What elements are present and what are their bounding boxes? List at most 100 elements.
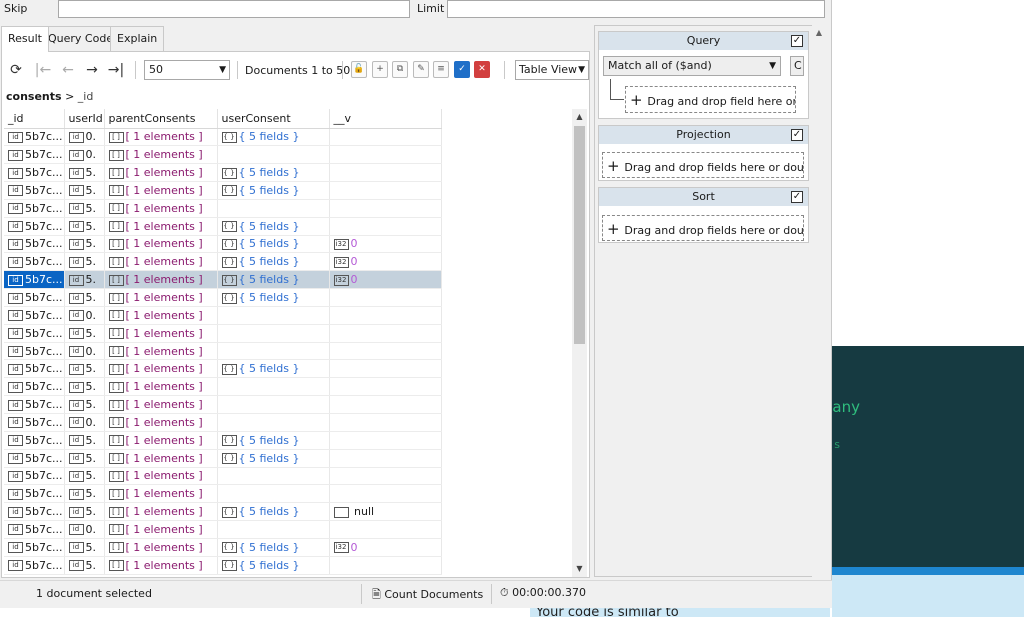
cell-parentconsents[interactable]: [ ][ 1 elements ] [104, 449, 218, 468]
table-row[interactable]: id 5b7c... id 5.[ ][ 1 elements ]{ }{ 5 fie… [4, 163, 442, 183]
cell-id[interactable]: id 5b7c... [4, 252, 65, 272]
match-operator-select[interactable]: Match all of ($and) ▼ [603, 56, 781, 76]
cell-userid[interactable]: id 0. [64, 306, 105, 325]
projection-enabled-checkbox[interactable]: ✓ [791, 129, 803, 141]
cell-userid[interactable]: id 5. [64, 288, 105, 307]
tab-explain[interactable]: Explain [110, 26, 165, 51]
cell-id[interactable]: id 5b7c... [4, 431, 65, 450]
table-row[interactable]: id 5b7c... id 0.[ ][ 1 elements ] [4, 413, 442, 432]
table-row[interactable]: id 5b7c... id 0.[ ][ 1 elements ] [4, 520, 442, 539]
query-enabled-checkbox[interactable]: ✓ [791, 35, 803, 47]
cell-userconsent[interactable]: { }{ 5 fields } [217, 359, 330, 379]
cell-id[interactable]: id 5b7c... [4, 484, 65, 504]
cell-id[interactable]: id 5b7c... [4, 199, 65, 218]
cell-userconsent[interactable] [217, 199, 330, 218]
cell-userid[interactable]: id 5. [64, 199, 105, 218]
cell-id[interactable]: id 5b7c... [4, 377, 65, 397]
table-row[interactable]: id 5b7c... id 5.[ ][ 1 elements ]{ }{ 5 fie… [4, 235, 442, 254]
table-row[interactable]: id 5b7c... id 5.[ ][ 1 elements ]{ }{ 5 fie… [4, 217, 442, 236]
column-header-v[interactable]: __v [329, 109, 442, 129]
scrollbar-thumb[interactable] [574, 126, 585, 344]
cell-parentconsents[interactable]: [ ][ 1 elements ] [104, 235, 218, 254]
cell-userid[interactable]: id 5. [64, 217, 105, 236]
cell-userid[interactable]: id 5. [64, 395, 105, 414]
column-header-userconsent[interactable]: userConsent [217, 109, 330, 129]
cell-userid[interactable]: id 5. [64, 502, 105, 522]
cell-parentconsents[interactable]: [ ][ 1 elements ] [104, 145, 218, 165]
cell-userid[interactable]: id 5. [64, 181, 105, 200]
sort-drop-zone[interactable]: + Drag and drop fields here or double- [602, 215, 804, 241]
cell-userconsent[interactable]: { }{ 5 fields } [217, 270, 330, 290]
next-page-icon[interactable]: → [83, 61, 101, 79]
cell-userconsent[interactable]: { }{ 5 fields } [217, 538, 330, 557]
table-row[interactable]: id 5b7c... id 0.[ ][ 1 elements ] [4, 342, 442, 361]
cell-v[interactable] [329, 556, 442, 575]
cell-userconsent[interactable] [217, 324, 330, 343]
cell-id[interactable]: id 5b7c... [4, 163, 65, 183]
cell-userid[interactable]: id 5. [64, 163, 105, 183]
cell-userid[interactable]: id 5. [64, 467, 105, 486]
table-row[interactable]: id 5b7c... id 5.[ ][ 1 elements ]{ }{ 5 fie… [4, 449, 442, 468]
scroll-down-icon[interactable]: ▼ [572, 561, 587, 577]
cell-parentconsents[interactable]: [ ][ 1 elements ] [104, 431, 218, 450]
cell-userid[interactable]: id 0. [64, 413, 105, 432]
table-row[interactable]: id 5b7c... id 5.[ ][ 1 elements ] [4, 395, 442, 414]
table-row[interactable]: id 5b7c... id 5.[ ][ 1 elements ]{ }{ 5 fie… [4, 431, 442, 450]
table-row[interactable]: id 5b7c... id 5.[ ][ 1 elements ]{ }{ 5 fie… [4, 181, 442, 200]
cell-v[interactable] [329, 199, 442, 218]
cell-id[interactable]: id 5b7c... [4, 181, 65, 200]
cell-v[interactable] [329, 467, 442, 486]
cell-userconsent[interactable]: { }{ 5 fields } [217, 235, 330, 254]
cell-v[interactable] [329, 413, 442, 432]
table-row[interactable]: id 5b7c... id 5.[ ][ 1 elements ]{ }{ 5 fie… [4, 252, 442, 272]
cell-parentconsents[interactable]: [ ][ 1 elements ] [104, 217, 218, 236]
refresh-icon[interactable]: ⟳ [7, 61, 25, 79]
cell-parentconsents[interactable]: [ ][ 1 elements ] [104, 252, 218, 272]
cell-v[interactable]: i32 0 [329, 252, 442, 272]
cell-parentconsents[interactable]: [ ][ 1 elements ] [104, 467, 218, 486]
cell-id[interactable]: id 5b7c... [4, 556, 65, 575]
cell-id[interactable]: id 5b7c... [4, 538, 65, 557]
cell-v[interactable] [329, 145, 442, 165]
cell-id[interactable]: id 5b7c... [4, 324, 65, 343]
clone-document-icon[interactable]: ⧉ [392, 61, 408, 78]
edit-document-icon[interactable]: ✎ [413, 61, 429, 78]
table-scrollbar[interactable]: ▲ ▼ [572, 109, 587, 577]
cell-v[interactable] [329, 449, 442, 468]
cell-userconsent[interactable]: { }{ 5 fields } [217, 502, 330, 522]
table-row[interactable]: id 5b7c... id 5.[ ][ 1 elements ]{ }{ 5 fie… [4, 556, 442, 575]
cell-v[interactable] [329, 163, 442, 183]
cell-id[interactable]: id 5b7c... [4, 270, 65, 290]
cell-id[interactable]: id 5b7c... [4, 502, 65, 522]
table-row[interactable]: id 5b7c... id 5.[ ][ 1 elements ]{ }{ 5 fie… [4, 359, 442, 379]
table-row[interactable]: id 5b7c... id 5.[ ][ 1 elements ] [4, 199, 442, 218]
cell-id[interactable]: id 5b7c... [4, 288, 65, 307]
cell-parentconsents[interactable]: [ ][ 1 elements ] [104, 324, 218, 343]
cell-userid[interactable]: id 5. [64, 252, 105, 272]
cell-parentconsents[interactable]: [ ][ 1 elements ] [104, 359, 218, 379]
table-row[interactable]: id 5b7c... id 5.[ ][ 1 elements ] [4, 377, 442, 397]
cell-userconsent[interactable]: { }{ 5 fields } [217, 288, 330, 307]
cell-userconsent[interactable]: { }{ 5 fields } [217, 217, 330, 236]
cell-id[interactable]: id 5b7c... [4, 306, 65, 325]
cell-id[interactable]: id 5b7c... [4, 217, 65, 236]
cell-parentconsents[interactable]: [ ][ 1 elements ] [104, 163, 218, 183]
table-row[interactable]: id 5b7c... id 0.[ ][ 1 elements ] [4, 306, 442, 325]
table-row[interactable]: id 5b7c... id 5.[ ][ 1 elements ] [4, 324, 442, 343]
cell-userconsent[interactable] [217, 342, 330, 361]
column-header-id[interactable]: _id [4, 109, 65, 129]
table-row[interactable]: id 5b7c... id 5.[ ][ 1 elements ]{ }{ 5 fie… [4, 538, 442, 557]
cell-userconsent[interactable]: { }{ 5 fields } [217, 128, 330, 147]
cell-id[interactable]: id 5b7c... [4, 467, 65, 486]
cell-userid[interactable]: id 5. [64, 324, 105, 343]
breadcrumb-field[interactable]: _id [78, 90, 94, 103]
cell-userconsent[interactable] [217, 395, 330, 414]
cell-id[interactable]: id 5b7c... [4, 145, 65, 165]
sort-enabled-checkbox[interactable]: ✓ [791, 191, 803, 203]
cell-userconsent[interactable] [217, 467, 330, 486]
cell-userconsent[interactable] [217, 413, 330, 432]
cell-userid[interactable]: id 5. [64, 538, 105, 557]
cell-userconsent[interactable] [217, 484, 330, 504]
table-row[interactable]: id 5b7c... id 5.[ ][ 1 elements ]{ }{ 5 fie… [4, 502, 442, 522]
cell-id[interactable]: id 5b7c... [4, 128, 65, 147]
